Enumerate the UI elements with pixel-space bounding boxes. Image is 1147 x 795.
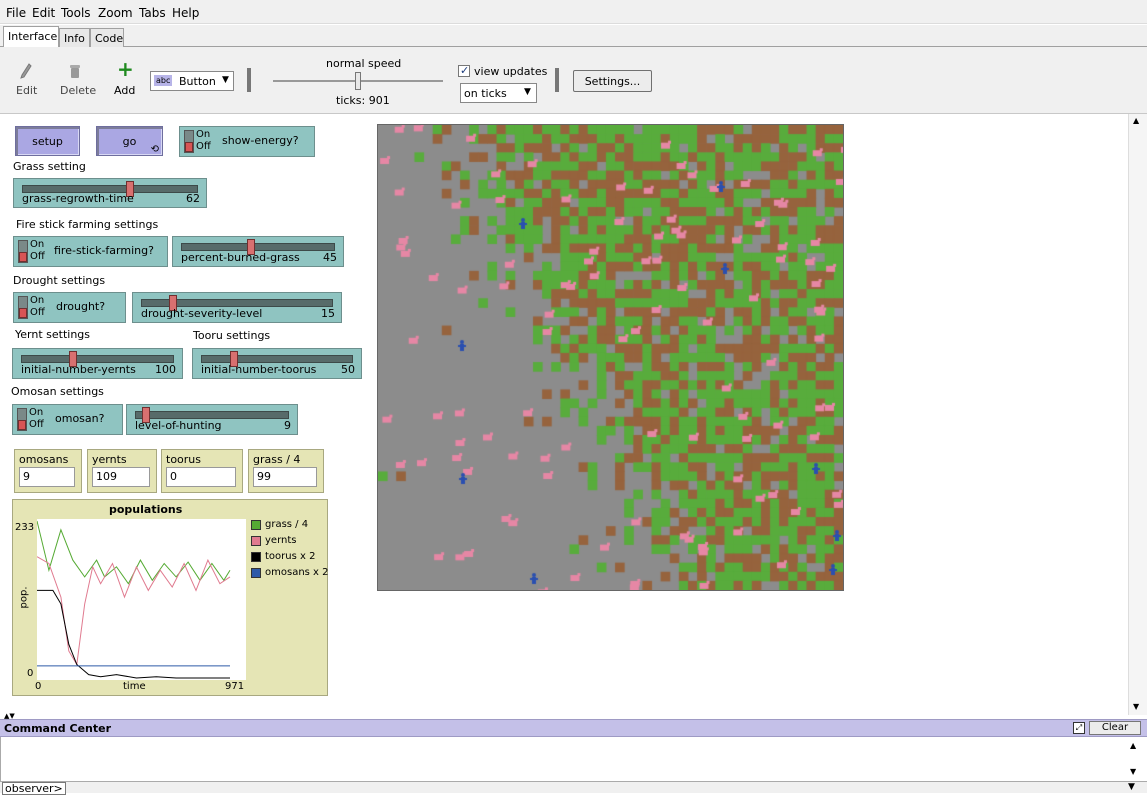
settings-button[interactable]: Settings...	[573, 70, 652, 92]
plot-x-max: 971	[225, 681, 245, 692]
plot-title: populations	[109, 503, 183, 516]
world-canvas	[378, 125, 843, 590]
note-tooru: Tooru settings	[193, 329, 271, 342]
monitor-toorus: toorus 0	[161, 449, 243, 493]
scroll-up-icon[interactable]: ▲	[1130, 741, 1136, 750]
menu-edit[interactable]: Edit	[32, 6, 55, 20]
world-view[interactable]	[377, 124, 844, 591]
pencil-icon	[20, 63, 32, 79]
toolbar: Edit Delete + Add abc Button ▼ normal sp…	[0, 47, 1147, 114]
legend-swatch-toorus	[251, 552, 261, 562]
ticks-counter: ticks: 901	[336, 94, 390, 107]
tab-bar: Interface Info Code	[0, 25, 1147, 48]
widget-type-select[interactable]: abc Button ▼	[150, 71, 234, 91]
monitor-grass: grass / 4 99	[248, 449, 324, 493]
plot-x-min: 0	[35, 681, 42, 692]
view-updates-checkbox[interactable]: ✓	[458, 64, 470, 77]
toolbar-separator	[247, 68, 251, 92]
note-yernt: Yernt settings	[15, 328, 91, 341]
legend-label-omosans: omosans x 2	[265, 567, 329, 578]
button-widget-icon: abc	[154, 75, 173, 86]
expand-icon[interactable]: ⤢	[1073, 722, 1085, 734]
scroll-up-icon[interactable]: ▲	[1133, 116, 1139, 125]
note-grass-setting: Grass setting	[13, 160, 86, 173]
add-button[interactable]: + Add	[112, 57, 138, 101]
drought-switch[interactable]: On Off drought?	[13, 292, 126, 323]
speed-label: normal speed	[326, 57, 402, 70]
toolbar-separator	[555, 68, 559, 92]
chevron-down-icon: ▼	[222, 75, 229, 85]
plot-x-label: time	[123, 681, 146, 692]
populations-plot: populations 233 0 0 971 time pop. grass …	[12, 499, 329, 696]
view-updates-label: view updates	[474, 65, 548, 78]
level-of-hunting-slider[interactable]: level-of-hunting 9	[126, 404, 298, 435]
monitor-yernts: yernts 109	[87, 449, 157, 493]
plot-background	[37, 519, 246, 680]
plot-canvas	[37, 519, 246, 680]
initial-yernts-slider[interactable]: initial-number-yernts 100	[12, 348, 183, 379]
legend-label-grass: grass / 4	[265, 519, 309, 530]
tab-code[interactable]: Code	[90, 28, 124, 47]
command-center-header: Command Center ⤢ Clear	[0, 719, 1147, 737]
legend-swatch-grass	[251, 520, 261, 530]
update-mode-select[interactable]: on ticks ▼	[460, 83, 537, 103]
scroll-down-icon[interactable]: ▼	[1133, 702, 1139, 711]
trash-icon	[70, 65, 80, 78]
initial-toorus-slider[interactable]: initial-number-toorus 50	[192, 348, 362, 379]
forever-loop-icon: ⟲	[150, 144, 159, 155]
observer-input-row[interactable]: observer> ▼	[0, 781, 1147, 795]
checkmark-icon: ✓	[460, 64, 470, 77]
interface-scrollbar[interactable]: ▲ ▼	[1128, 114, 1147, 715]
plot-y-label: pop.	[18, 586, 30, 609]
note-omosan: Omosan settings	[11, 385, 104, 398]
percent-burned-slider[interactable]: percent-burned-grass 45	[172, 236, 344, 267]
legend-swatch-yernts	[251, 536, 261, 546]
plot-y-max: 233	[15, 522, 35, 533]
drought-severity-slider[interactable]: drought-severity-level 15	[132, 292, 342, 323]
grass-regrowth-slider[interactable]: grass-regrowth-time 62	[13, 178, 207, 208]
go-button[interactable]: go ⟲	[96, 126, 163, 156]
show-energy-switch[interactable]: On Off show-energy?	[179, 126, 315, 157]
menu-tabs[interactable]: Tabs	[139, 6, 166, 20]
edit-button[interactable]: Edit	[14, 61, 38, 101]
omosan-switch[interactable]: On Off omosan?	[12, 404, 123, 435]
scroll-down-icon[interactable]: ▼	[1130, 767, 1136, 776]
menu-zoom[interactable]: Zoom	[98, 6, 133, 20]
delete-button[interactable]: Delete	[58, 61, 96, 101]
speed-slider[interactable]	[273, 72, 443, 90]
chevron-down-icon: ▼	[524, 87, 531, 97]
monitor-omosans: omosans 9	[14, 449, 82, 493]
command-center-title: Command Center	[4, 722, 112, 735]
speed-slider-thumb[interactable]	[355, 72, 361, 90]
legend-label-toorus: toorus x 2	[265, 551, 316, 562]
plot-y-min: 0	[27, 668, 34, 679]
chevron-down-icon[interactable]: ▼	[1128, 782, 1135, 792]
menu-tools[interactable]: Tools	[61, 6, 91, 20]
tab-interface[interactable]: Interface	[3, 26, 59, 48]
setup-button[interactable]: setup	[15, 126, 80, 156]
legend-swatch-omosans	[251, 568, 261, 578]
note-drought: Drought settings	[13, 274, 106, 287]
legend-label-yernts: yernts	[265, 535, 297, 546]
menu-file[interactable]: File	[6, 6, 26, 20]
plus-icon: +	[117, 57, 134, 81]
menu-bar: File Edit Tools Zoom Tabs Help	[0, 0, 1147, 24]
tab-info[interactable]: Info	[59, 28, 90, 47]
agent-type-select[interactable]: observer>	[2, 782, 66, 795]
menu-help[interactable]: Help	[172, 6, 199, 20]
command-center-output[interactable]: ▲ ▼	[0, 737, 1136, 781]
clear-button[interactable]: Clear	[1089, 721, 1141, 735]
fire-stick-farming-switch[interactable]: On Off fire-stick-farming?	[13, 236, 168, 267]
note-fire-stick: Fire stick farming settings	[16, 218, 159, 231]
